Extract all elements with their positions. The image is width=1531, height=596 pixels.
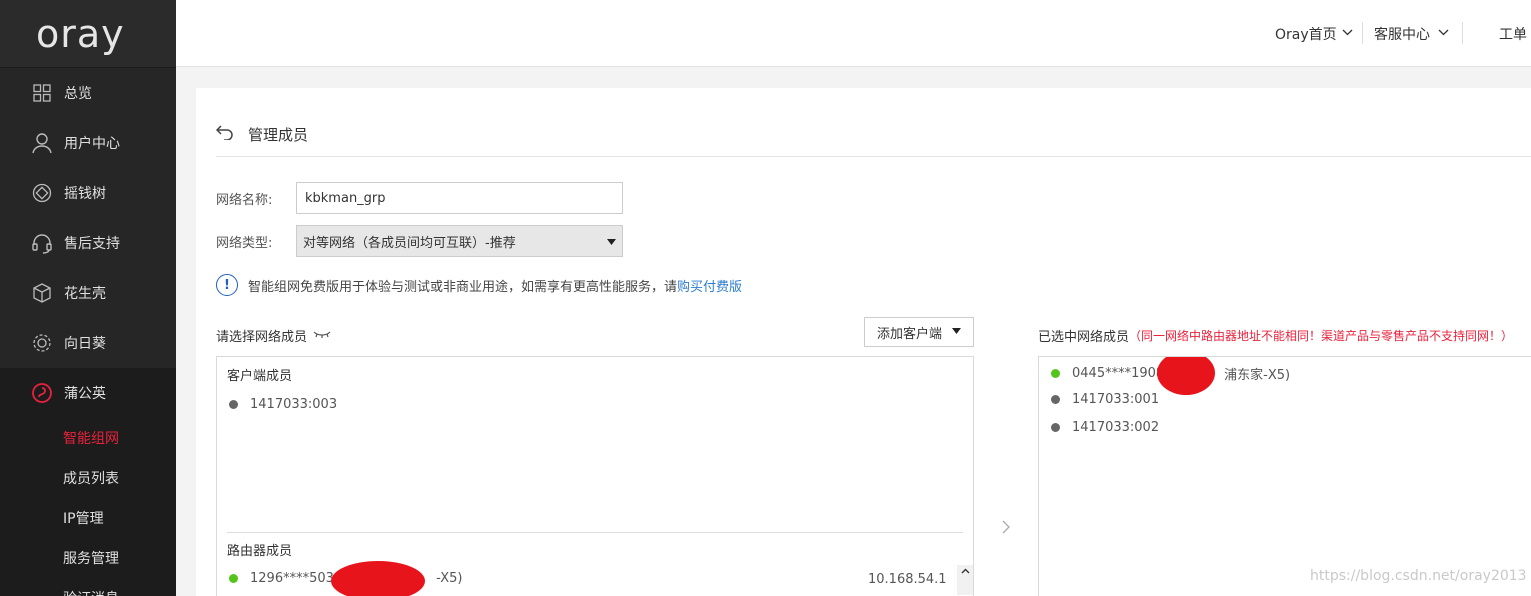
sidebar-item-label: 摇钱树 bbox=[64, 186, 106, 202]
network-type-row: 网络类型: 对等网络（各成员间均可互联）-推荐 bbox=[216, 225, 623, 257]
network-type-select[interactable]: 对等网络（各成员间均可互联）-推荐 bbox=[296, 225, 623, 257]
service-center-label: 客服中心 bbox=[1374, 26, 1430, 43]
right-panel-title: 已选中网络成员 （同一网络中路由器地址不能相同！渠道产品与零售产品不支持同网！） bbox=[1038, 326, 1513, 345]
group-divider bbox=[227, 532, 963, 533]
oray-home-label: Oray首页 bbox=[1275, 26, 1337, 43]
sidebar-item-dandelion[interactable]: 蒲公英 bbox=[0, 368, 176, 418]
submenu-item-verification-messages[interactable]: 验证消息 bbox=[0, 578, 176, 596]
list-item[interactable]: 1417033:002 bbox=[1051, 420, 1159, 435]
left-panel-title: 请选择网络成员 bbox=[216, 326, 331, 345]
sidebar-item-money-tree[interactable]: 摇钱树 bbox=[0, 168, 176, 218]
page-header: 管理成员 bbox=[215, 124, 309, 145]
tickets-link[interactable]: 工单 bbox=[1499, 0, 1527, 67]
back-arrow-icon[interactable] bbox=[215, 124, 234, 145]
submenu-item-member-list[interactable]: 成员列表 bbox=[0, 458, 176, 498]
member-name: 1417033:001 bbox=[1072, 392, 1160, 407]
add-client-label: 添加客户端 bbox=[876, 326, 942, 342]
add-client-button[interactable]: 添加客户端 bbox=[864, 317, 974, 347]
header-divider bbox=[216, 156, 1531, 157]
info-icon: ! bbox=[216, 274, 238, 296]
chevron-down-icon bbox=[1342, 28, 1353, 39]
dropdown-caret-icon bbox=[952, 327, 961, 337]
sidebar-item-label: 售后支持 bbox=[64, 236, 120, 252]
network-name-label: 网络名称: bbox=[216, 192, 273, 208]
sidebar-item-label: 用户中心 bbox=[64, 136, 120, 152]
member-name-prefix: 0445****1908 bbox=[1072, 366, 1165, 381]
sidebar: oray 总览 用户中心 摇钱树 售后支持 花生壳 向日葵 蒲公英 智能组网 成… bbox=[0, 0, 176, 596]
network-type-value: 对等网络（各成员间均可互联）-推荐 bbox=[303, 235, 516, 251]
eye-closed-icon[interactable] bbox=[313, 328, 331, 343]
sidebar-item-overview[interactable]: 总览 bbox=[0, 68, 176, 118]
notice-bar: ! 智能组网免费版用于体验与测试或非商业用途，如需享有更高性能服务，请 购买付费版 bbox=[216, 274, 742, 296]
submenu-item-service-management[interactable]: 服务管理 bbox=[0, 538, 176, 578]
select-members-title: 请选择网络成员 bbox=[216, 330, 308, 345]
oray-logo[interactable]: oray bbox=[0, 0, 176, 68]
submenu-item-smart-network[interactable]: 智能组网 bbox=[0, 418, 176, 458]
sidebar-item-support[interactable]: 售后支持 bbox=[0, 218, 176, 268]
network-name-row: 网络名称: kbkman_grp bbox=[216, 182, 623, 214]
sidebar-item-sunflower[interactable]: 向日葵 bbox=[0, 318, 176, 368]
divider bbox=[1362, 22, 1363, 44]
top-header: Oray首页 客服中心 工单 bbox=[176, 0, 1531, 67]
member-name: 1417033:002 bbox=[1072, 420, 1160, 435]
grid-icon bbox=[31, 82, 53, 104]
online-status-dot bbox=[1051, 369, 1060, 378]
main-card: 管理成员 网络名称: kbkman_grp 网络类型: 对等网络（各成员间均可互… bbox=[196, 88, 1531, 596]
move-right-arrow-icon[interactable] bbox=[1002, 518, 1010, 539]
member-name: 1417033:003 bbox=[250, 397, 338, 412]
headset-icon bbox=[31, 232, 53, 254]
money-tree-icon bbox=[31, 182, 53, 204]
chevron-down-icon bbox=[1438, 28, 1449, 39]
list-item[interactable]: 1417033:001 bbox=[1051, 392, 1159, 407]
sidebar-item-label: 蒲公英 bbox=[64, 386, 106, 402]
offline-status-dot bbox=[1051, 395, 1060, 404]
notice-text: 智能组网免费版用于体验与测试或非商业用途，如需享有更高性能服务，请 bbox=[248, 279, 678, 295]
available-members-list[interactable]: 客户端成员 1417033:003 路由器成员 1296****5030 -X5… bbox=[216, 356, 974, 596]
offline-status-dot bbox=[229, 400, 238, 409]
network-name-input[interactable]: kbkman_grp bbox=[296, 182, 623, 214]
dropdown-caret-icon bbox=[607, 234, 616, 249]
selected-members-title: 已选中网络成员 bbox=[1038, 330, 1130, 345]
sidebar-item-label: 花生壳 bbox=[64, 286, 106, 302]
sidebar-item-user-center[interactable]: 用户中心 bbox=[0, 118, 176, 168]
dandelion-submenu: 智能组网 成员列表 IP管理 服务管理 验证消息 bbox=[0, 418, 176, 596]
member-ip: 10.168.54.1 bbox=[868, 572, 947, 587]
member-name-suffix: -X5) bbox=[436, 571, 463, 586]
oray-home-menu[interactable]: Oray首页 bbox=[1275, 0, 1353, 67]
divider bbox=[1462, 22, 1463, 44]
same-network-warning: （同一网络中路由器地址不能相同！渠道产品与零售产品不支持同网！） bbox=[1129, 329, 1514, 343]
sunflower-icon bbox=[31, 332, 53, 354]
scroll-up-button[interactable] bbox=[957, 565, 973, 595]
list-item[interactable]: 1417033:003 bbox=[229, 397, 337, 412]
watermark: https://blog.csdn.net/oray2013 bbox=[1310, 568, 1527, 584]
redaction-mark bbox=[331, 561, 425, 596]
network-type-label: 网络类型: bbox=[216, 235, 273, 251]
buy-paid-version-link[interactable]: 购买付费版 bbox=[677, 276, 742, 295]
cube-icon bbox=[31, 282, 53, 304]
redaction-mark bbox=[1157, 357, 1215, 395]
user-icon bbox=[31, 132, 53, 154]
service-center-menu[interactable]: 客服中心 bbox=[1374, 0, 1449, 67]
offline-status-dot bbox=[1051, 423, 1060, 432]
member-name-prefix: 1296****5030 bbox=[250, 571, 343, 586]
sidebar-item-label: 总览 bbox=[64, 86, 92, 102]
selected-members-list[interactable]: 0445****1908 浦东家-X5) 1417033:001 1417033… bbox=[1038, 356, 1531, 596]
sidebar-item-label: 向日葵 bbox=[64, 336, 106, 352]
online-status-dot bbox=[229, 574, 238, 583]
router-members-group: 路由器成员 bbox=[227, 544, 293, 559]
submenu-item-ip-management[interactable]: IP管理 bbox=[0, 498, 176, 538]
dandelion-icon bbox=[31, 382, 53, 404]
sidebar-item-peanut-shell[interactable]: 花生壳 bbox=[0, 268, 176, 318]
client-members-group: 客户端成员 bbox=[227, 369, 293, 384]
member-name-suffix: 浦东家-X5) bbox=[1224, 368, 1291, 383]
page-title: 管理成员 bbox=[248, 126, 309, 144]
